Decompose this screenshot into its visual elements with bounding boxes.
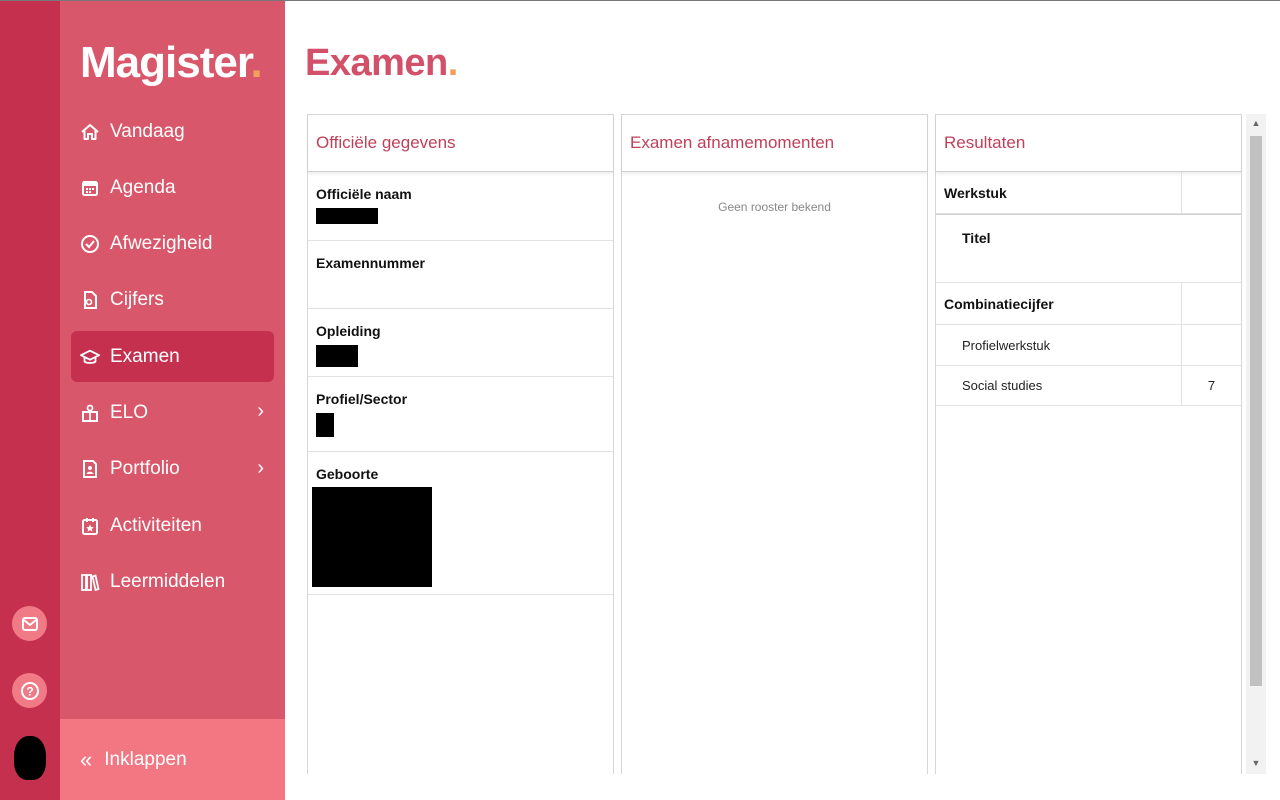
- collapse-label: Inklappen: [104, 748, 187, 770]
- avatar[interactable]: [14, 736, 46, 780]
- sidebar-item-examen[interactable]: Examen: [71, 331, 274, 383]
- window-top-border: [0, 0, 1280, 1]
- sidebar-item-cijfers[interactable]: Cijfers: [71, 275, 274, 326]
- app-logo[interactable]: Magister.: [80, 38, 263, 88]
- chevron-right-icon: ›: [257, 400, 264, 423]
- sidebar-item-activiteiten[interactable]: Activiteiten: [71, 500, 274, 551]
- sidebar-item-portfolio[interactable]: Portfolio ›: [71, 444, 274, 495]
- sidebar-nav: Vandaag Agenda Afwezigheid Cijfers Exame…: [71, 106, 274, 613]
- svg-text:?: ?: [26, 684, 33, 698]
- mail-button[interactable]: [12, 606, 47, 641]
- sidebar-item-label: Portfolio: [110, 458, 180, 480]
- table-row[interactable]: Social studies 7: [936, 366, 1241, 406]
- table-row[interactable]: Combinatiecijfer: [936, 283, 1241, 325]
- scroll-down-icon[interactable]: ▼: [1246, 758, 1266, 768]
- books-icon: [80, 572, 100, 592]
- help-icon: ?: [20, 681, 39, 700]
- redacted-value: [312, 487, 432, 587]
- panel-title: Officiële gegevens: [308, 115, 613, 172]
- official-data-panel: Officiële gegevens Officiële naam Examen…: [307, 114, 614, 774]
- exam-moments-panel: Examen afnamemomenten Geen rooster beken…: [621, 114, 928, 774]
- sidebar-item-leermiddelen[interactable]: Leermiddelen: [71, 556, 274, 607]
- table-row: Titel: [936, 214, 1241, 283]
- sidebar-item-label: Vandaag: [110, 120, 185, 142]
- field-profile-sector: Profiel/Sector: [308, 377, 613, 452]
- collapse-sidebar-button[interactable]: « Inklappen: [60, 719, 285, 800]
- sidebar-item-label: Leermiddelen: [110, 570, 226, 592]
- help-button[interactable]: ?: [12, 673, 47, 708]
- panel-title: Examen afnamemomenten: [622, 115, 927, 172]
- sidebar-item-label: Examen: [110, 345, 180, 367]
- redacted-value: [316, 413, 334, 437]
- field-birth: Geboorte: [308, 452, 613, 595]
- graduation-cap-icon: [80, 347, 100, 367]
- sidebar-item-afwezigheid[interactable]: Afwezigheid: [71, 219, 274, 270]
- scroll-up-icon[interactable]: ▲: [1246, 118, 1266, 128]
- check-circle-icon: [80, 234, 100, 254]
- mail-icon: [21, 616, 38, 631]
- sidebar-item-label: Agenda: [110, 176, 176, 198]
- double-chevron-left-icon: «: [80, 746, 93, 772]
- sidebar-item-agenda[interactable]: Agenda: [71, 162, 274, 213]
- table-row[interactable]: Werkstuk: [936, 172, 1241, 214]
- left-rail: ?: [0, 0, 60, 800]
- empty-state-text: Geen rooster bekend: [718, 200, 831, 214]
- elo-icon: [80, 403, 100, 423]
- panel-title: Resultaten: [936, 115, 1241, 172]
- sidebar-item-label: Cijfers: [110, 289, 164, 311]
- sidebar: Magister. Vandaag Agenda Afwezigheid Cij…: [60, 0, 285, 800]
- field-exam-number: Examennummer: [308, 241, 613, 309]
- sidebar-item-label: ELO: [110, 401, 149, 423]
- calendar-icon: [80, 178, 100, 198]
- sidebar-item-elo[interactable]: ELO ›: [71, 387, 274, 438]
- sidebar-item-vandaag[interactable]: Vandaag: [71, 106, 274, 157]
- grades-icon: [80, 290, 100, 310]
- table-row[interactable]: Profielwerkstuk: [936, 325, 1241, 366]
- scrollbar-thumb[interactable]: [1250, 136, 1262, 686]
- sidebar-item-label: Afwezigheid: [110, 233, 213, 255]
- home-icon: [80, 122, 100, 142]
- results-panel: Resultaten Werkstuk Titel Combinatiecijf…: [935, 114, 1242, 774]
- page-title: Examen.: [305, 42, 458, 84]
- redacted-value: [316, 345, 358, 367]
- vertical-scrollbar[interactable]: ▲ ▼: [1246, 114, 1266, 774]
- chevron-right-icon: ›: [257, 456, 264, 479]
- portfolio-icon: [80, 459, 100, 479]
- sidebar-item-label: Activiteiten: [110, 514, 202, 536]
- field-education: Opleiding: [308, 309, 613, 377]
- field-official-name: Officiële naam: [308, 172, 613, 241]
- redacted-value: [316, 208, 378, 224]
- activity-icon: [80, 516, 100, 536]
